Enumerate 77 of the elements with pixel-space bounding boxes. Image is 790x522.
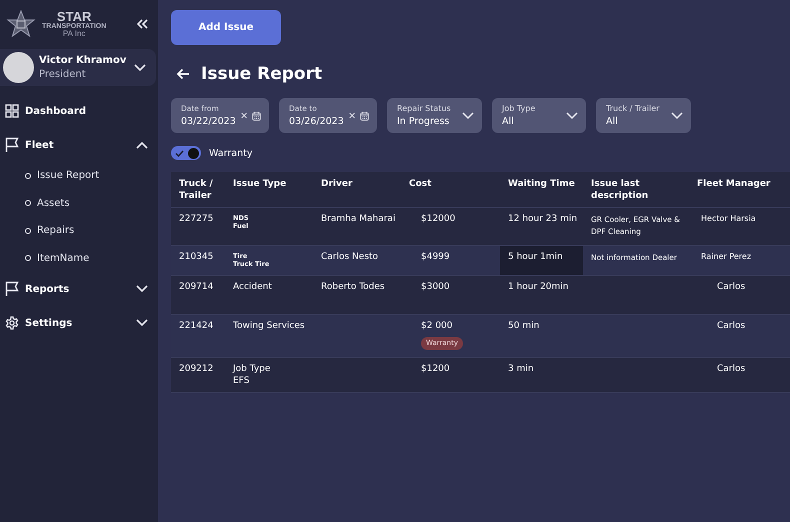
nav-item[interactable]: Dashboard (25, 106, 148, 116)
issue-type-text: Towing Services (233, 320, 306, 333)
settings-icon (5, 316, 19, 330)
table-cell: 5 hour 1min (500, 246, 583, 275)
nav-subitem[interactable]: ItemName (37, 252, 90, 264)
cost-text: $4999 (421, 252, 450, 264)
avatar (3, 52, 34, 83)
table-row[interactable]: 209212 Job Type EFS $1200 3 min Carlos (171, 358, 790, 393)
issue-type-text: EFS (233, 376, 250, 388)
table-cell-text: 221424 (178, 320, 214, 333)
bullet-icon (25, 255, 31, 262)
column-header: Cost (408, 178, 432, 191)
collapse-icon[interactable] (137, 19, 148, 29)
column-header: Waiting Time (507, 178, 576, 191)
table-cell-text: Bramha Maharai (320, 213, 396, 226)
user-role: President (39, 69, 87, 80)
table-cell-text: 210345 (178, 251, 214, 264)
table-cell-text: Hector Harsia (700, 213, 757, 225)
logo-tagline: PA Inc (62, 30, 86, 38)
flag-icon (5, 281, 19, 297)
column-header: Driver (320, 178, 354, 191)
table-cell-text: Carlos Nesto (320, 251, 380, 264)
dropdown-chevron-icon[interactable] (462, 112, 474, 120)
page-title: Issue Report (201, 64, 322, 84)
bullet-icon (25, 228, 31, 234)
column-header: Issue Type (232, 178, 288, 191)
chevron-icon[interactable] (136, 319, 148, 327)
warranty-toggle[interactable] (171, 146, 201, 160)
bullet-icon (25, 172, 31, 179)
nav-subitem[interactable]: Issue Report (37, 170, 100, 182)
cost-text: $1200 (421, 364, 450, 376)
user-name: Victor Khramov (39, 55, 128, 66)
column-header: Fleet Manager (696, 178, 772, 191)
table-cell-text: 1 hour 20min (507, 280, 570, 294)
table-cell-text: Roberto Todes (320, 280, 386, 294)
table-cell-text: 209714 (178, 280, 214, 294)
cost-text: $3000 (421, 282, 450, 294)
chevron-icon[interactable] (136, 285, 148, 293)
nav-item[interactable]: Settings (25, 318, 130, 328)
filter-field[interactable]: Repair Status In Progress (387, 98, 482, 133)
table-cell-text: Carlos (716, 280, 746, 294)
star-logo-icon (6, 10, 36, 38)
table-cell-text: Rainer Perez (700, 251, 752, 263)
filter-field[interactable]: Job Type All (492, 98, 586, 133)
column-header: Issue last description (590, 178, 650, 203)
table-cell-text: 227275 (178, 213, 214, 226)
clear-icon[interactable] (348, 111, 355, 120)
dashboard-icon (5, 104, 19, 118)
table-cell-text: 3 min (507, 362, 535, 376)
column-header: Truck / Trailer (178, 178, 214, 203)
table-cell-text: 209212 (178, 362, 214, 376)
nav-item[interactable]: Reports (25, 284, 130, 294)
add-issue-button[interactable]: Add Issue (171, 10, 281, 45)
nav-subitem[interactable]: Repairs (37, 225, 74, 236)
clear-icon[interactable] (240, 111, 247, 120)
table-cell-text: 12 hour 23 min (507, 213, 578, 226)
dropdown-chevron-icon[interactable] (566, 112, 578, 120)
filter-field[interactable]: Truck / Trailer All (596, 98, 691, 133)
bullet-icon (25, 200, 31, 206)
nav-subitem[interactable]: Assets (37, 198, 70, 209)
check-icon (175, 150, 184, 156)
chevron-icon[interactable] (134, 64, 146, 72)
logo-title: STAR (56, 10, 92, 23)
table-cell-text: Carlos (716, 362, 746, 376)
user-card[interactable]: Victor Khramov President (0, 49, 156, 86)
dropdown-chevron-icon[interactable] (671, 112, 683, 120)
flag-icon (5, 137, 19, 153)
cost-text: $2 000 (421, 320, 452, 333)
issue-type-text: Accident (233, 282, 273, 294)
nav-item[interactable]: Fleet (25, 140, 130, 150)
toggle-label: Warranty (209, 148, 252, 158)
issue-type-text: Job Type (233, 364, 272, 376)
chevron-icon[interactable] (136, 141, 148, 149)
back-arrow-icon[interactable] (176, 68, 190, 80)
cost-text: $12000 (421, 214, 456, 226)
table-cell-text: Carlos (716, 320, 746, 333)
table-cell-text: 50 min (507, 320, 540, 333)
